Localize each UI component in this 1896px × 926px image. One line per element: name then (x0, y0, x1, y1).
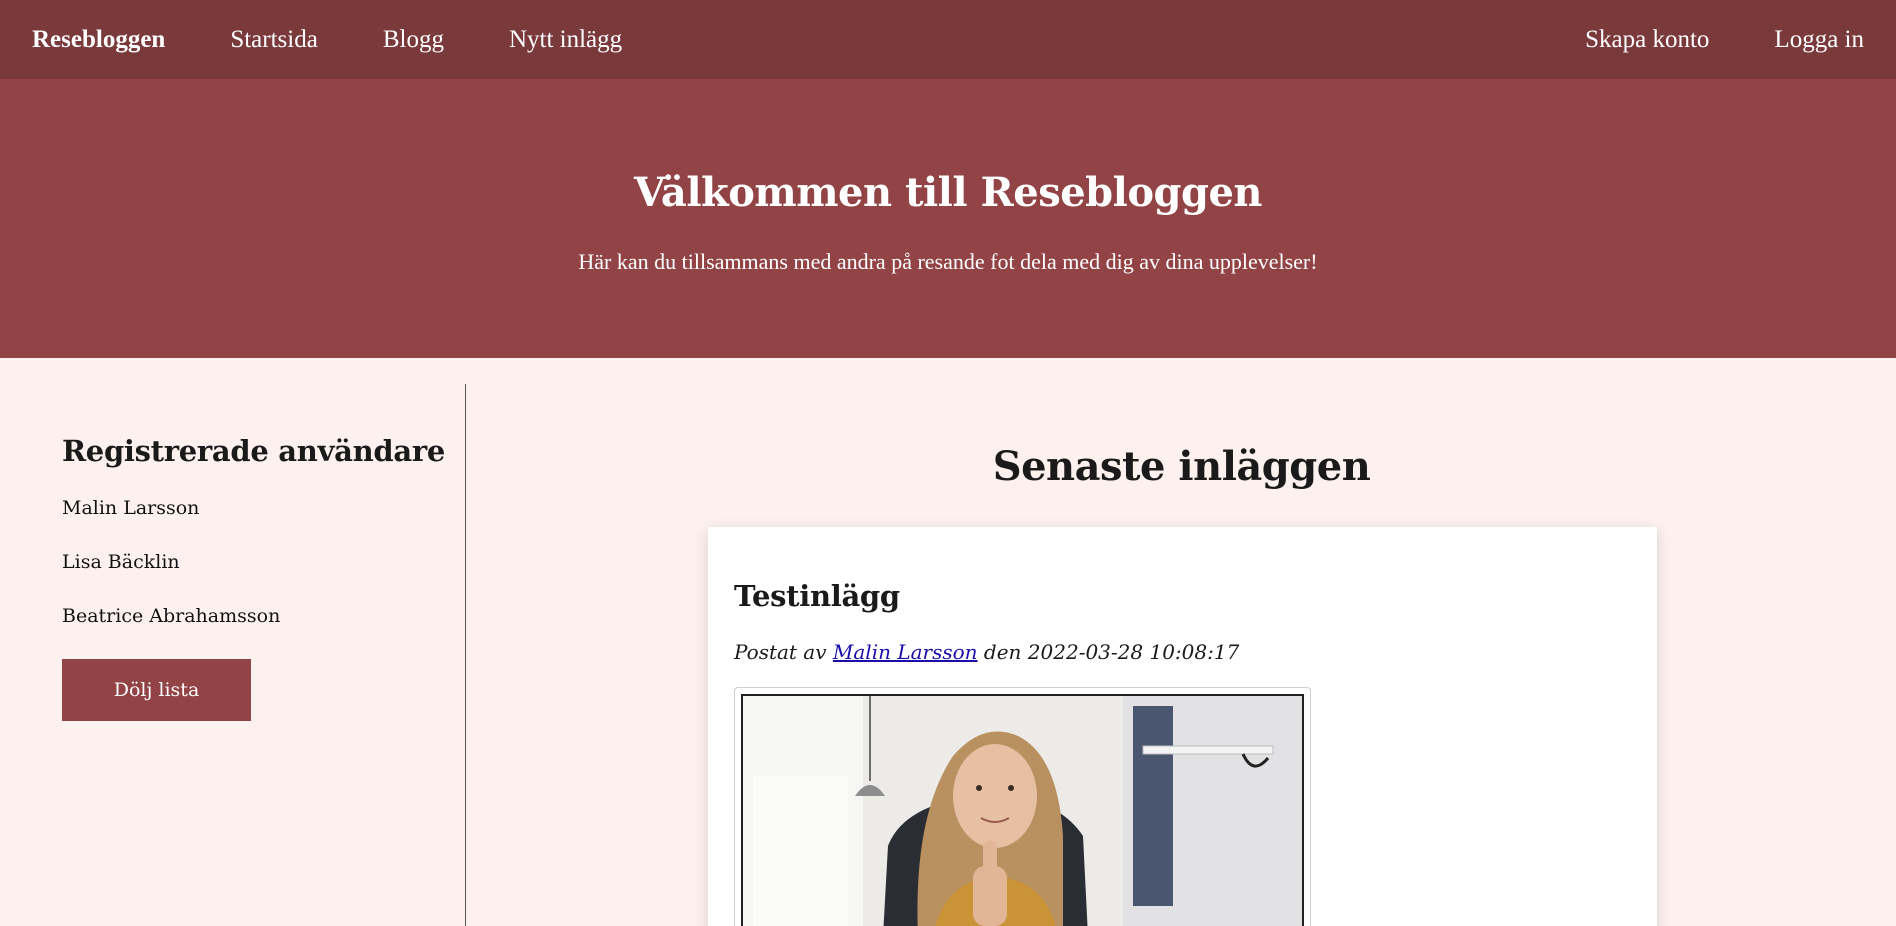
nav-link-nytt-inlagg[interactable]: Nytt inlägg (509, 26, 622, 54)
nav-link-logga-in[interactable]: Logga in (1774, 26, 1864, 54)
nav-left: Resebloggen Startsida Blogg Nytt inlägg (32, 26, 687, 54)
nav-link-startsida[interactable]: Startsida (230, 26, 318, 54)
sidebar-registered-users: Registrerade användare Malin Larsson Lis… (0, 384, 466, 926)
sidebar-title: Registrerade användare (62, 434, 445, 468)
post-meta-middle: den (983, 640, 1022, 664)
user-list-item: Malin Larsson (62, 497, 200, 519)
post-meta-prefix: Postat av (734, 640, 827, 664)
user-list-item: Beatrice Abrahamsson (62, 605, 281, 627)
nav-right: Skapa konto Logga in (1520, 26, 1864, 54)
nav-brand-link[interactable]: Resebloggen (32, 26, 165, 54)
hide-list-button[interactable]: Dölj lista (62, 659, 251, 721)
nav-link-skapa-konto[interactable]: Skapa konto (1585, 26, 1709, 54)
post-meta: Postat av Malin Larsson den 2022-03-28 1… (734, 640, 1239, 664)
nav-link-blogg[interactable]: Blogg (383, 26, 444, 54)
post-image-frame (734, 687, 1311, 926)
hero-title: Välkommen till Resebloggen (634, 169, 1262, 216)
hero-banner: Välkommen till Resebloggen Här kan du ti… (0, 79, 1896, 358)
hero-subtitle: Här kan du tillsammans med andra på resa… (578, 249, 1318, 274)
post-card: Testinlägg Postat av Malin Larsson den 2… (708, 527, 1657, 926)
post-image (741, 694, 1304, 926)
post-date: 2022-03-28 10:08:17 (1027, 640, 1240, 664)
top-navbar: Resebloggen Startsida Blogg Nytt inlägg … (0, 0, 1896, 79)
user-list-item: Lisa Bäcklin (62, 551, 180, 573)
post-author-link[interactable]: Malin Larsson (833, 640, 978, 664)
post-photo-illustration (743, 696, 1302, 926)
latest-posts-title: Senaste inläggen (992, 443, 1371, 490)
post-title: Testinlägg (734, 579, 900, 613)
